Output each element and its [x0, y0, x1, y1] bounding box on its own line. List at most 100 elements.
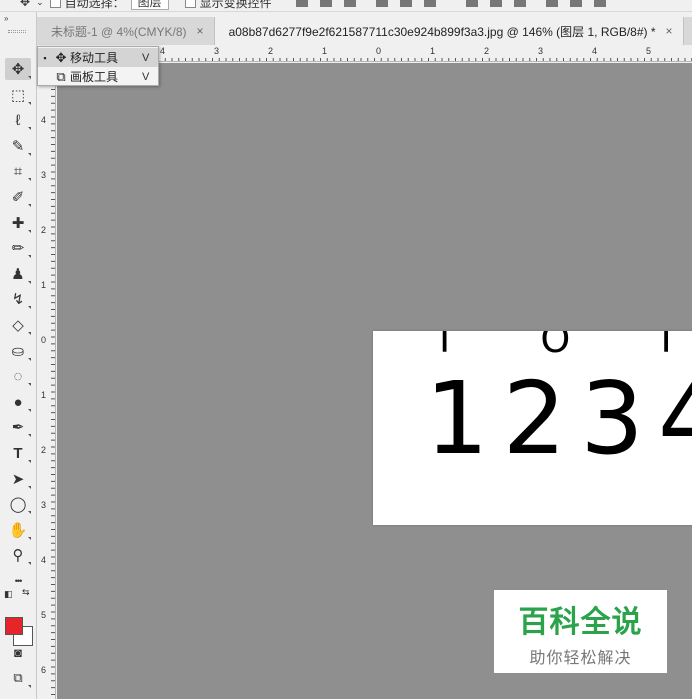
quick-select-icon: ✎	[11, 138, 25, 155]
align-center-icon[interactable]	[319, 0, 332, 7]
ruler-ticks	[51, 62, 55, 695]
path-select-tool[interactable]: ➤	[5, 468, 31, 490]
ruler-label: 0	[41, 335, 47, 345]
distribute-left-icon[interactable]	[545, 0, 558, 7]
align-right-icon[interactable]	[343, 0, 356, 7]
move-tool-flyout: ▪ ✥ 移动工具 V ⧉ 画板工具 V	[37, 46, 159, 86]
marquee-tool[interactable]: ⬚	[5, 84, 31, 106]
close-icon[interactable]: ×	[666, 24, 673, 38]
auto-select-checkbox[interactable]	[49, 0, 61, 8]
more-tools-triangle-icon	[28, 409, 31, 412]
default-colors-icon[interactable]: ◧	[4, 589, 13, 600]
tab-untitled[interactable]: 未标题-1 @ 4%(CMYK/8) ×	[37, 17, 215, 45]
crop-tool[interactable]: ⌗	[5, 160, 31, 182]
move-icon: ✥	[11, 61, 25, 78]
paint-bucket-tool[interactable]: ⛀	[5, 340, 31, 362]
hand-icon: ✋	[8, 522, 28, 539]
more-tools-triangle-icon	[28, 537, 31, 540]
history-brush-icon: ↯	[11, 291, 25, 308]
stamp-tool[interactable]: ♟	[5, 263, 31, 285]
distribute-top-icon[interactable]	[465, 0, 478, 7]
bandage-icon: ✚	[11, 215, 25, 232]
ruler-label: 4	[41, 115, 47, 125]
magnifier-icon: ⚲	[12, 547, 24, 564]
more-tools-triangle-icon	[28, 562, 31, 565]
chevron-down-icon[interactable]: ⌄	[36, 0, 44, 8]
distribute-bottom-icon[interactable]	[513, 0, 526, 7]
toolbar-grip[interactable]: »	[0, 12, 36, 44]
dodge-icon: ●	[13, 393, 23, 411]
collapse-icon[interactable]: »	[4, 14, 9, 23]
document-image[interactable]: T O T 1234	[373, 331, 692, 525]
ruler-label: 5	[646, 46, 652, 56]
ruler-label: 4	[160, 46, 166, 56]
watermark-logo: 百科全说 助你轻松解决	[494, 590, 667, 673]
more-tools-triangle-icon	[28, 383, 31, 386]
align-middle-icon[interactable]	[399, 0, 412, 7]
ruler-label: 3	[214, 46, 220, 56]
flyout-item-move-tool[interactable]: ▪ ✥ 移动工具 V	[38, 48, 158, 67]
ruler-label: 0	[376, 46, 382, 56]
auto-select-dropdown[interactable]: 图层	[130, 0, 169, 10]
pen-icon: ✒	[11, 419, 25, 436]
more-tools-triangle-icon	[28, 358, 31, 361]
ellipse-icon: ◯	[9, 496, 27, 513]
hand-tool[interactable]: ✋	[5, 519, 31, 541]
type-tool[interactable]: T	[5, 442, 31, 464]
brush-tool[interactable]: ✏	[5, 237, 31, 259]
swap-colors-icon[interactable]: ⇆	[22, 587, 30, 598]
more-tools-triangle-icon	[28, 332, 31, 335]
more-tools-triangle-icon	[28, 306, 31, 309]
quick-mask-button[interactable]: ◙	[5, 641, 31, 663]
ellipsis-icon: •••	[14, 576, 23, 586]
more-tools-triangle-icon	[28, 178, 31, 181]
zoom-tool[interactable]: ⚲	[5, 544, 31, 566]
flyout-item-shortcut: V	[142, 51, 150, 64]
ruler-label: 4	[41, 555, 47, 565]
tools-panel: » ✥ ⬚ ℓ ✎ ⌗ ✐ ✚ ✏ ♟ ↯ ◇ ⛀ ◌ ● ✒ T ➤ ◯ ✋ ⚲ ••• ◧ ⇆ ◙ ⧉	[0, 12, 37, 699]
type-icon: T	[13, 444, 23, 462]
ruler-label: 2	[268, 46, 274, 56]
brush-icon: ✏	[11, 240, 25, 257]
eraser-tool[interactable]: ◇	[5, 314, 31, 336]
foreground-color-swatch[interactable]	[5, 617, 23, 635]
align-bottom-icon[interactable]	[423, 0, 436, 7]
quick-select-tool[interactable]: ✎	[5, 135, 31, 157]
more-tools-triangle-icon	[28, 460, 31, 463]
lasso-tool[interactable]: ℓ	[5, 109, 31, 131]
lasso-icon: ℓ	[15, 111, 21, 129]
more-tools-triangle-icon	[28, 230, 31, 233]
selected-marker-icon: ▪	[43, 52, 47, 63]
show-transform-checkbox[interactable]	[184, 0, 196, 8]
close-icon[interactable]: ×	[197, 24, 204, 38]
more-tools-triangle-icon	[28, 486, 31, 489]
tab-image[interactable]: a08b87d6277f9e2f621587711c30e924b899f3a3…	[214, 17, 684, 45]
vertical-ruler[interactable]: 4 3 2 1 0 1 2 3 4 5 6	[37, 62, 56, 699]
grip-handle[interactable]	[8, 30, 26, 33]
ruler-label: 4	[592, 46, 598, 56]
distribute-middle-icon[interactable]	[489, 0, 502, 7]
tab-label: a08b87d6277f9e2f621587711c30e924b899f3a3…	[228, 24, 656, 39]
align-left-icon[interactable]	[295, 0, 308, 7]
align-top-icon[interactable]	[375, 0, 388, 7]
artboard-icon: ⧉	[56, 68, 66, 84]
watermark-title: 百科全说	[518, 606, 643, 639]
move-icon[interactable]: ✥	[20, 0, 30, 9]
screen-mode-button[interactable]: ⧉	[5, 667, 31, 689]
healing-tool[interactable]: ✚	[5, 212, 31, 234]
ruler-label: 1	[41, 390, 47, 400]
history-brush-tool[interactable]: ↯	[5, 288, 31, 310]
screen-mode-icon: ⧉	[13, 670, 23, 685]
distribute-right-icon[interactable]	[593, 0, 606, 7]
move-tool[interactable]: ✥	[5, 58, 31, 80]
dodge-tool[interactable]: ●	[5, 391, 31, 413]
more-tools-triangle-icon	[28, 127, 31, 130]
eyedropper-tool[interactable]: ✐	[5, 186, 31, 208]
blur-tool[interactable]: ◌	[5, 365, 31, 387]
more-tools-triangle-icon	[28, 255, 31, 258]
flyout-item-artboard-tool[interactable]: ⧉ 画板工具 V	[38, 67, 158, 86]
ruler-label: 6	[41, 665, 47, 675]
distribute-center-icon[interactable]	[569, 0, 582, 7]
pen-tool[interactable]: ✒	[5, 416, 31, 438]
shape-tool[interactable]: ◯	[5, 493, 31, 515]
